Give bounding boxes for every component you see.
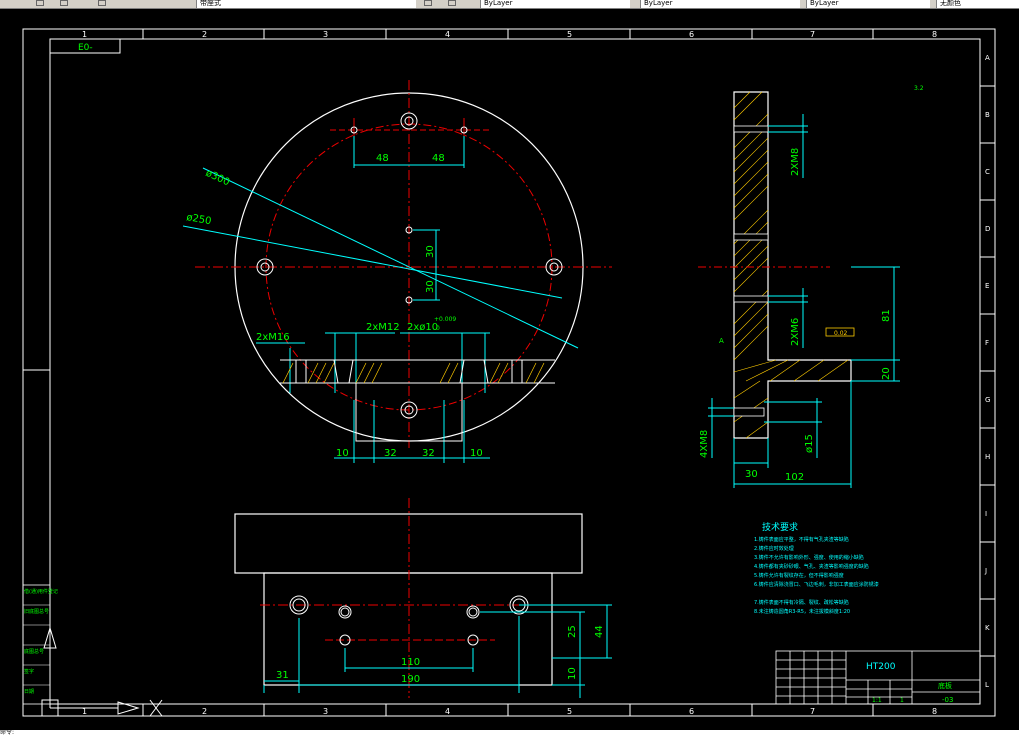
dim-32-right: 32 (422, 448, 435, 459)
ucs-icon (41, 626, 163, 717)
dim-190: 190 (401, 674, 420, 685)
row-letter: A (985, 54, 990, 62)
dim-32-left: 32 (384, 448, 397, 459)
dim-30-side: 30 (745, 469, 758, 480)
front-view: 31 110 190 25 44 10 (234, 498, 612, 698)
row-letter: G (985, 396, 990, 404)
left-label: 借(通)用件登记 (24, 588, 58, 595)
layer-state-icon[interactable] (98, 0, 106, 6)
left-label: 旧底图总号 (24, 608, 49, 615)
part-name: 底板 (938, 681, 952, 690)
roughness-value: 3.2 (914, 85, 924, 92)
tech-line: 4.铸件都有夹砂砂眼、气孔、夹渣等影响强度的缺陷 (754, 563, 869, 570)
plotstyle-dropdown[interactable]: 无颜色 (936, 0, 1019, 8)
datum-label: A (719, 337, 724, 345)
col-number: 6 (689, 30, 694, 39)
pin-tol-lower: 0 (436, 325, 440, 332)
row-letter: D (985, 225, 990, 233)
tech-line: 8.未注铸造圆角R3-R5，未注拔模斜度1:20 (754, 608, 850, 615)
col-number: 4 (445, 30, 450, 39)
dim-48-left: 48 (376, 153, 389, 164)
thread-m6: 2XM6 (790, 318, 801, 346)
dim-30-up: 30 (425, 245, 436, 258)
row-letter: L (985, 681, 989, 689)
left-label: 日期 (24, 689, 34, 695)
col-number: 1 (82, 30, 87, 39)
tech-line: 5.铸件允许有裂纹存在，但不得影响强度 (754, 572, 844, 579)
dim-31: 31 (276, 670, 289, 681)
row-letter: K (985, 624, 990, 632)
linetype-dropdown[interactable]: ByLayer (640, 0, 800, 8)
frame-label: E0- (78, 43, 93, 53)
layer-next-icon[interactable] (448, 0, 456, 6)
row-letter: C (985, 168, 990, 176)
tech-line: 1.铸件表面应平整，不得有气孔夹渣等缺陷 (754, 536, 849, 543)
col-number: 5 (567, 707, 572, 716)
dim-dia300: ø300 (204, 168, 232, 189)
col-number: 7 (810, 30, 815, 39)
tech-requirements: 技术要求 1.铸件表面应平整，不得有气孔夹渣等缺陷 2.铸件应时效处理 3.铸件… (754, 521, 879, 615)
layer-prev-icon[interactable] (424, 0, 432, 6)
col-number: 3 (323, 707, 328, 716)
lineweight-dropdown[interactable]: ByLayer (806, 0, 930, 8)
col-number: 8 (932, 30, 937, 39)
col-number: 4 (445, 707, 450, 716)
dim-44: 44 (594, 625, 605, 638)
tech-line: 6.铸件应清除浇冒口、飞边毛刺，非加工表面应涂防锈漆 (754, 581, 879, 588)
dim-102: 102 (785, 472, 804, 483)
tech-line: 2.铸件应时效处理 (754, 545, 794, 552)
command-line[interactable]: 命令: (0, 730, 1019, 736)
pin-hole: 2xø10 (407, 322, 438, 333)
thread-m12: 2xM12 (366, 322, 400, 333)
dim-30-down: 30 (425, 280, 436, 293)
col-number: 2 (202, 707, 207, 716)
row-letter: I (985, 510, 987, 518)
left-label: 签字 (24, 668, 34, 675)
col-number: 5 (567, 30, 572, 39)
drawing-code: -03 (942, 696, 953, 704)
material: HT200 (866, 662, 896, 672)
col-number: 6 (689, 707, 694, 716)
dim-81: 81 (881, 309, 892, 322)
left-label: 底图总号 (24, 648, 44, 655)
dim-dia15: ø15 (804, 434, 815, 453)
row-letter: B (985, 111, 990, 119)
dim-10-right: 10 (470, 448, 483, 459)
thread-m8-bottom: 4XM8 (699, 430, 710, 458)
tech-line: 3.铸件不允许有影响外形、强度、使用的缩小缺陷 (754, 554, 864, 561)
left-label-strip: 借(通)用件登记 旧底图总号 底图总号 签字 日期 (22, 584, 58, 705)
dim-110: 110 (401, 657, 420, 668)
top-view: ø300 ø250 48 48 30 30 2xM16 2xM12 2xø10 … (182, 80, 612, 463)
layer-dropdown[interactable]: 带座式 (196, 0, 416, 8)
dim-48-right: 48 (432, 153, 445, 164)
dim-10-front: 10 (567, 667, 578, 680)
color-dropdown[interactable]: ByLayer (480, 0, 630, 8)
col-number: 2 (202, 30, 207, 39)
drawing-canvas[interactable]: E0- 1 2 3 4 5 6 7 8 1 2 3 4 5 6 7 8 A B … (0, 8, 1019, 736)
dim-25: 25 (567, 625, 578, 638)
grid-icon[interactable] (60, 0, 68, 6)
dim-10-left: 10 (336, 448, 349, 459)
row-letter: E (985, 282, 989, 290)
dim-20: 20 (881, 367, 892, 380)
pin-tol-upper: +0.009 (434, 316, 456, 323)
scale: 1:1 (872, 697, 882, 704)
tech-title: 技术要求 (762, 521, 798, 533)
dim-dia250: ø250 (185, 212, 212, 227)
thread-m8-top: 2XM8 (790, 148, 801, 176)
row-letter: H (985, 453, 990, 461)
side-view: 2XM8 2XM6 81 20 4XM8 ø15 30 102 0.02 3.2… (698, 85, 924, 488)
row-letter: F (985, 339, 989, 347)
tolerance-value: 0.02 (834, 330, 848, 337)
thread-m16: 2xM16 (256, 332, 290, 343)
col-number: 8 (932, 707, 937, 716)
window-icon[interactable] (36, 0, 44, 6)
row-letter: J (984, 567, 987, 575)
tech-line: 7.铸件表面不得有冷隔、裂纹、疏松等缺陷 (754, 599, 849, 606)
col-number: 7 (810, 707, 815, 716)
col-number: 3 (323, 30, 328, 39)
sheet: 1 (900, 697, 904, 704)
